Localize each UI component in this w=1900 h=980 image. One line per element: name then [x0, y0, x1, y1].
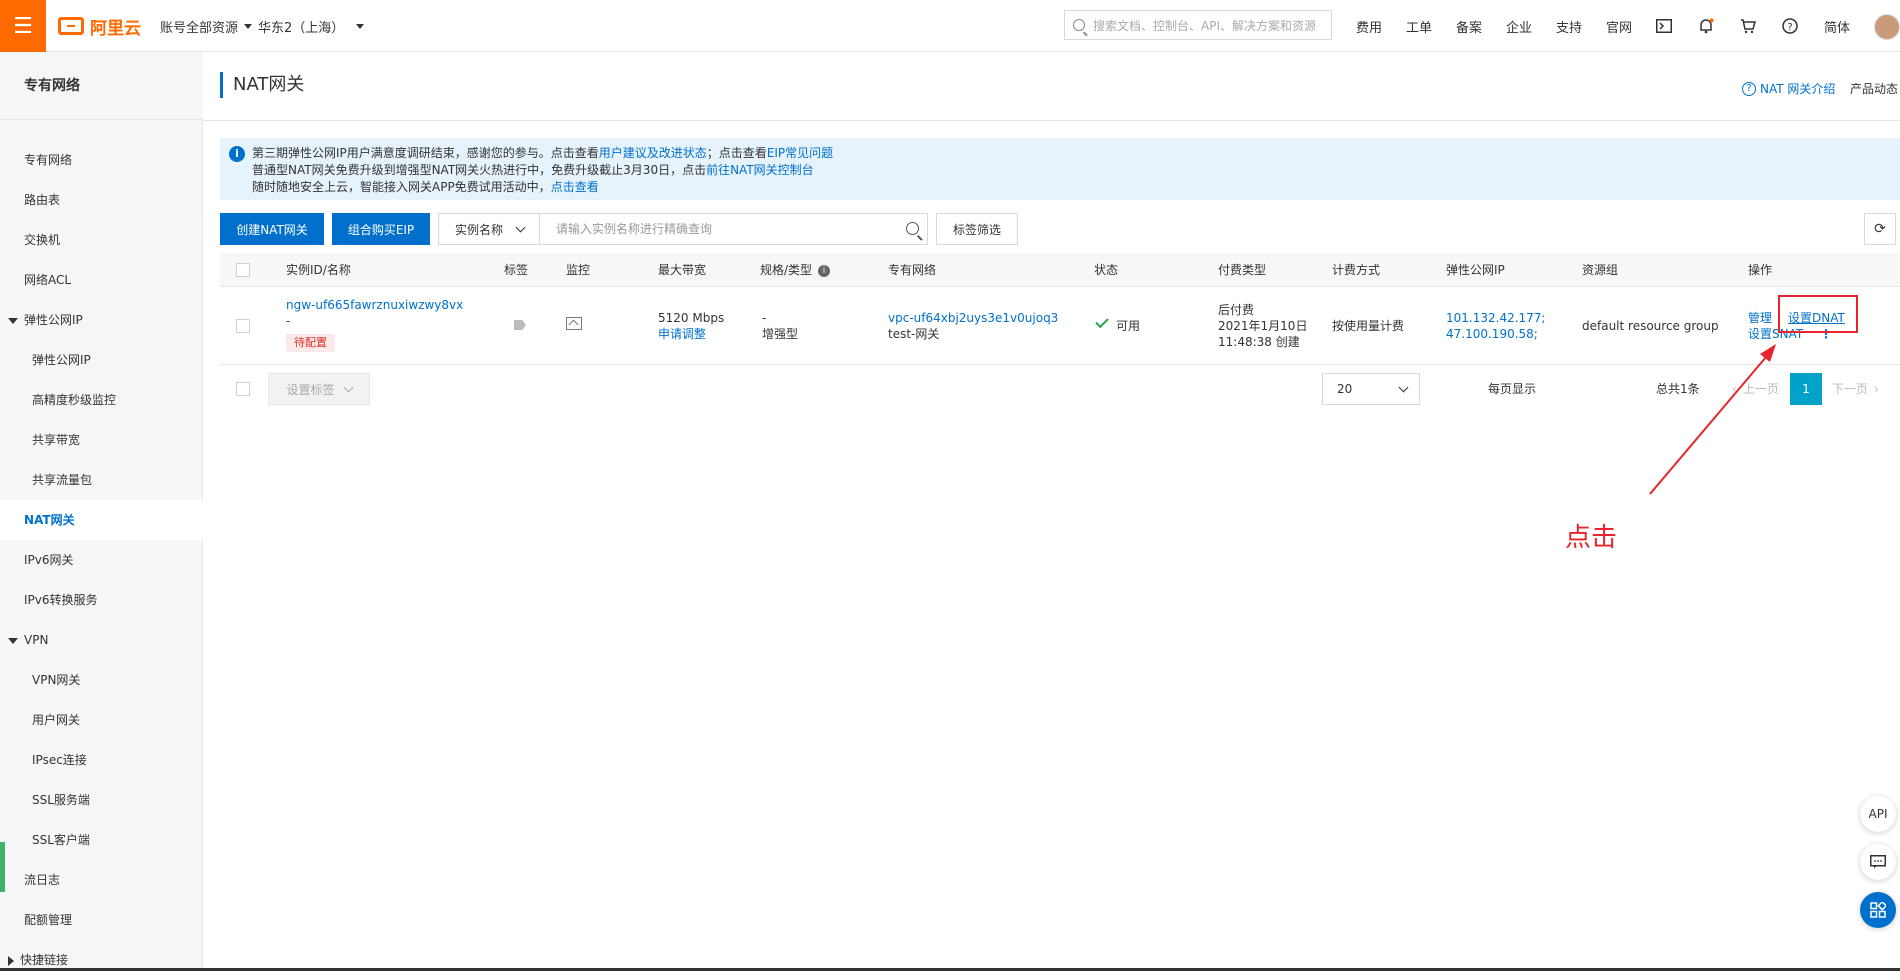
annotation-text: 点击: [1565, 523, 1618, 553]
api-button[interactable]: API: [1860, 796, 1896, 832]
chat-icon[interactable]: [1860, 844, 1896, 880]
annotation-arrow: [1649, 344, 1776, 495]
apps-icon[interactable]: [1860, 892, 1896, 928]
